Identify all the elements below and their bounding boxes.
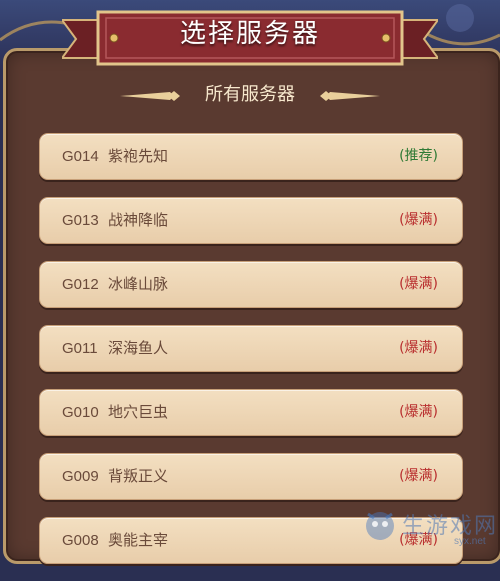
watermark-url: syx.net [454,536,486,547]
server-code: G010 [62,404,99,421]
server-name: 深海鱼人 [108,339,169,357]
server-name: 背叛正义 [108,467,169,485]
status-badge: (爆满) [399,468,438,484]
status-badge: (爆满) [399,276,438,292]
mascot-logo-icon [366,512,394,540]
status-badge: (爆满) [399,212,438,228]
subtitle-divider: 所有服务器 [110,80,390,110]
server-row[interactable]: G014 紫袍先知 (推荐) [39,133,463,180]
server-name: 战神降临 [108,211,169,229]
section-title: 所有服务器 [205,84,295,105]
status-badge: (爆满) [399,340,438,356]
server-row[interactable]: G009 背叛正义 (爆满) [39,453,463,500]
server-code: G013 [62,212,99,229]
server-code: G009 [62,468,99,485]
server-name: 地穴巨虫 [108,403,169,421]
server-row[interactable]: G011 深海鱼人 (爆满) [39,325,463,372]
status-badge: (推荐) [399,148,438,164]
server-code: G012 [62,276,99,293]
watermark: 生游戏网 syx.net [358,502,500,550]
server-code: G008 [62,532,99,549]
server-code: G014 [62,148,99,165]
server-code: G011 [62,340,98,357]
status-badge: (爆满) [399,404,438,420]
server-row[interactable]: G012 冰峰山脉 (爆满) [39,261,463,308]
server-name: 冰峰山脉 [108,275,169,293]
server-name: 奥能主宰 [108,531,169,549]
page-title: 选择服务器 [179,19,320,49]
server-row[interactable]: G013 战神降临 (爆满) [39,197,463,244]
server-row[interactable]: G010 地穴巨虫 (爆满) [39,389,463,436]
server-name: 紫袍先知 [108,147,169,165]
